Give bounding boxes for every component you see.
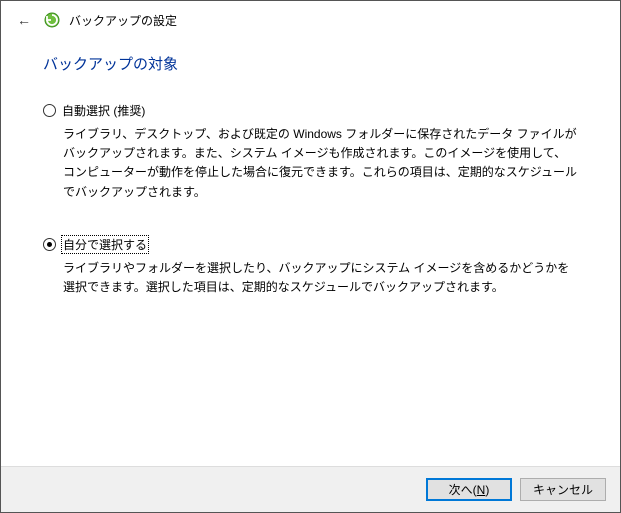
next-button-key: N <box>477 483 486 497</box>
radio-manual[interactable] <box>43 238 56 251</box>
footer-bar: 次へ(N) キャンセル <box>1 466 620 512</box>
cancel-button[interactable]: キャンセル <box>520 478 606 501</box>
next-button[interactable]: 次へ(N) <box>426 478 512 501</box>
option-manual-desc: ライブラリやフォルダーを選択したり、バックアップにシステム イメージを含めるかど… <box>63 259 578 297</box>
option-auto: 自動選択 (推奨) ライブラリ、デスクトップ、および既定の Windows フォ… <box>43 102 578 202</box>
radio-manual-label: 自分で選択する <box>62 236 148 253</box>
backup-icon <box>43 11 61 29</box>
page-title: バックアップの対象 <box>43 53 578 74</box>
next-button-suffix: ) <box>485 483 489 497</box>
back-arrow-icon[interactable]: ← <box>13 10 35 30</box>
radio-auto-row[interactable]: 自動選択 (推奨) <box>43 102 578 119</box>
radio-manual-row[interactable]: 自分で選択する <box>43 236 578 253</box>
radio-auto-label: 自動選択 (推奨) <box>62 102 145 119</box>
content-area: バックアップの対象 自動選択 (推奨) ライブラリ、デスクトップ、および既定の … <box>1 39 620 297</box>
window-header: ← バックアップの設定 <box>1 1 620 39</box>
next-button-prefix: 次へ( <box>449 481 477 498</box>
window-title: バックアップの設定 <box>69 12 177 29</box>
option-auto-desc: ライブラリ、デスクトップ、および既定の Windows フォルダーに保存されたデ… <box>63 125 578 202</box>
radio-auto[interactable] <box>43 104 56 117</box>
option-manual: 自分で選択する ライブラリやフォルダーを選択したり、バックアップにシステム イメ… <box>43 236 578 297</box>
